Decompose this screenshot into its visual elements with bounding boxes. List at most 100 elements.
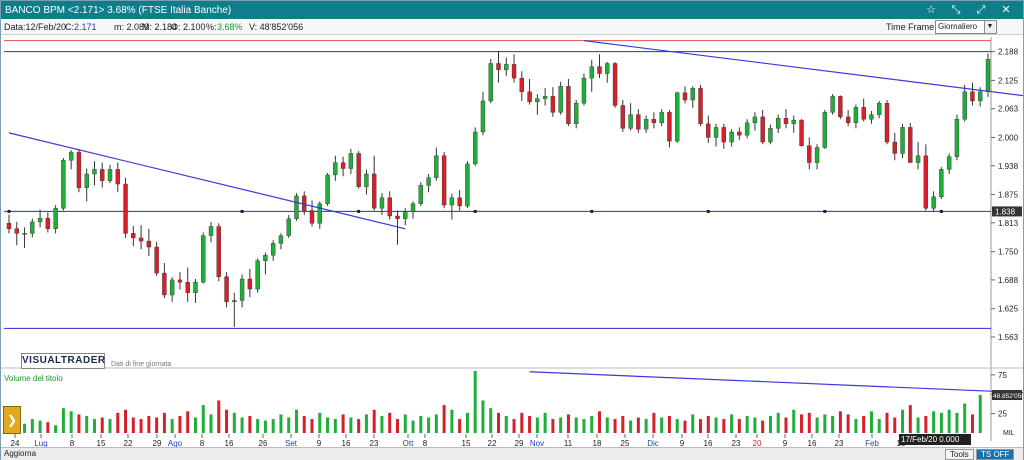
x-tick-label: 9 <box>317 439 322 447</box>
volume-bar <box>652 412 656 433</box>
volume-bar <box>357 419 361 433</box>
volume-bar <box>225 409 229 433</box>
info-open: O: 2.100 <box>171 22 206 32</box>
candle-down <box>892 141 897 154</box>
price-tick-label: 1.938 <box>998 162 1019 171</box>
x-tick-label: 16 <box>808 439 817 447</box>
candle-down <box>597 66 602 74</box>
candle-down <box>100 169 105 182</box>
expand-arrow-button[interactable]: ❯ <box>3 406 21 434</box>
star-icon[interactable]: ☆ <box>921 2 941 18</box>
ts-off-button[interactable]: TS OFF <box>976 449 1015 460</box>
x-tick-label: Set <box>285 439 298 447</box>
x-tick-label: 15 <box>462 439 471 447</box>
volume-bar <box>893 417 897 433</box>
support-marker <box>473 209 477 213</box>
chevron-down-icon[interactable]: ▼ <box>984 21 995 33</box>
x-tick-label: 18 <box>593 439 602 447</box>
volume-bar <box>932 411 936 433</box>
candle-down <box>387 197 392 217</box>
volume-bar <box>240 417 244 433</box>
info-volume: V: 48'852'056 <box>249 22 304 32</box>
support-marker <box>240 209 244 213</box>
refresh-button[interactable]: Aggiorna <box>4 449 36 458</box>
volume-bar <box>85 415 89 433</box>
volume-bar <box>108 419 112 433</box>
support-marker <box>939 209 943 213</box>
volume-bar <box>318 412 322 433</box>
candle-up <box>403 211 408 219</box>
candle-down <box>527 91 532 103</box>
volume-bar <box>333 419 337 433</box>
x-tick-label: Nov <box>530 439 544 447</box>
volume-bar <box>217 400 221 433</box>
volume-bar <box>395 419 399 433</box>
price-chart[interactable]: 2.188 2.125 2.063 2.000 1.938 1.875 1.813 1.750… <box>1 35 1023 447</box>
volume-bar <box>551 419 555 433</box>
x-tick-label: 16 <box>342 439 351 447</box>
close-icon[interactable]: ✕ <box>996 2 1016 18</box>
candle-down <box>309 210 315 224</box>
candle-up <box>869 114 874 120</box>
x-tick-label: 23 <box>370 439 379 447</box>
x-tick-label: 20 <box>753 439 762 447</box>
candle-up <box>589 66 594 79</box>
candle-down <box>566 86 571 124</box>
candle-down <box>861 107 866 120</box>
volume-bar <box>403 414 407 433</box>
candle-up <box>643 118 649 130</box>
volume-bar <box>450 409 454 433</box>
volume-bar <box>792 409 796 433</box>
volume-title: Volume del titolo <box>4 374 63 383</box>
candle-up <box>169 279 175 296</box>
x-tick-label: 23 <box>835 439 844 447</box>
volume-bar <box>139 419 143 433</box>
candle-down <box>838 96 843 118</box>
x-tick-label: 24 <box>11 439 20 447</box>
candle-up <box>286 218 291 236</box>
x-tick-label: 8 <box>423 439 428 447</box>
volume-bar <box>660 417 664 433</box>
candle-down <box>519 77 525 92</box>
price-tick-label: 1.875 <box>998 191 1019 200</box>
candle-up <box>348 153 354 169</box>
candle-up <box>449 197 455 206</box>
shrink-icon[interactable]: ⤡ <box>946 2 966 18</box>
candle-up <box>713 127 719 138</box>
candle-up <box>791 119 796 124</box>
timeframe-value: Giornaliero <box>938 22 978 31</box>
tools-button[interactable]: Tools <box>945 449 974 460</box>
volume-bar <box>566 414 570 433</box>
volume-bar <box>256 419 260 433</box>
candle-up <box>900 127 905 154</box>
candle-up <box>659 112 664 124</box>
volume-bar <box>613 419 617 433</box>
volume-bar <box>473 371 477 433</box>
expand-icon[interactable]: ⤢ <box>971 2 991 18</box>
volume-bar <box>590 415 594 433</box>
candle-up <box>418 185 424 204</box>
window-title: BANCO BPM <2.171> 3.68% (FTSE Italia Ban… <box>5 4 232 16</box>
candle-down <box>356 153 361 187</box>
candle-down <box>457 197 462 207</box>
price-tick-label: 1.625 <box>998 305 1019 314</box>
volume-bar <box>302 415 306 433</box>
candle-down <box>6 223 12 229</box>
volume-marker-label: 48.852'056 <box>993 393 1023 400</box>
volume-bar <box>598 411 602 433</box>
volume-bar <box>644 419 648 433</box>
price-tick-label: 2.000 <box>998 133 1019 142</box>
volume-bar <box>885 412 889 433</box>
candle-up <box>208 226 214 236</box>
volume-bar <box>768 415 772 433</box>
candle-down <box>651 118 657 124</box>
timeframe-select[interactable]: Giornaliero ▼ <box>935 20 997 34</box>
volume-bar <box>155 417 159 433</box>
volume-bar <box>427 417 431 433</box>
volume-bar <box>691 414 695 433</box>
x-tick-label: 9 <box>783 439 788 447</box>
candle-up <box>364 173 369 187</box>
candle-up <box>978 91 983 102</box>
volume-bar <box>326 417 330 433</box>
candle-down <box>550 96 556 113</box>
